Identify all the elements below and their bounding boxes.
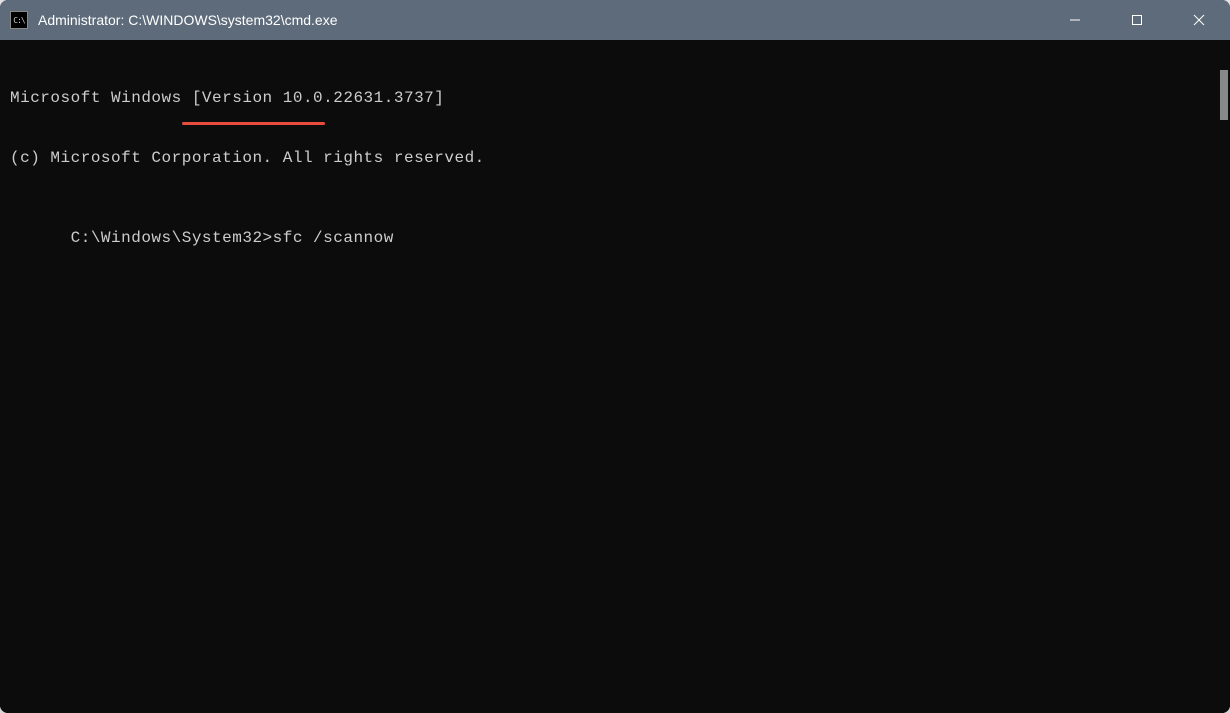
- cmd-icon: C:\: [10, 11, 28, 29]
- command-input[interactable]: sfc /scannow: [273, 229, 394, 247]
- scrollbar-thumb[interactable]: [1220, 70, 1228, 120]
- titlebar[interactable]: C:\ Administrator: C:\WINDOWS\system32\c…: [0, 0, 1230, 40]
- maximize-button[interactable]: [1106, 0, 1168, 40]
- window-title: Administrator: C:\WINDOWS\system32\cmd.e…: [38, 12, 1044, 28]
- prompt: C:\Windows\System32>: [71, 229, 273, 247]
- underline-annotation: [182, 122, 325, 125]
- close-icon: [1193, 14, 1205, 26]
- close-button[interactable]: [1168, 0, 1230, 40]
- cmd-icon-text: C:\: [13, 16, 24, 25]
- cmd-window: C:\ Administrator: C:\WINDOWS\system32\c…: [0, 0, 1230, 713]
- terminal-content[interactable]: Microsoft Windows [Version 10.0.22631.37…: [0, 40, 1214, 713]
- prompt-line: C:\Windows\System32>sfc /scannow: [71, 228, 394, 248]
- maximize-icon: [1131, 14, 1143, 26]
- terminal-body: Microsoft Windows [Version 10.0.22631.37…: [0, 40, 1230, 713]
- minimize-button[interactable]: [1044, 0, 1106, 40]
- window-controls: [1044, 0, 1230, 40]
- scrollbar[interactable]: [1214, 40, 1230, 713]
- terminal-line: Microsoft Windows [Version 10.0.22631.37…: [10, 88, 1204, 108]
- terminal-line: (c) Microsoft Corporation. All rights re…: [10, 148, 1204, 168]
- minimize-icon: [1069, 14, 1081, 26]
